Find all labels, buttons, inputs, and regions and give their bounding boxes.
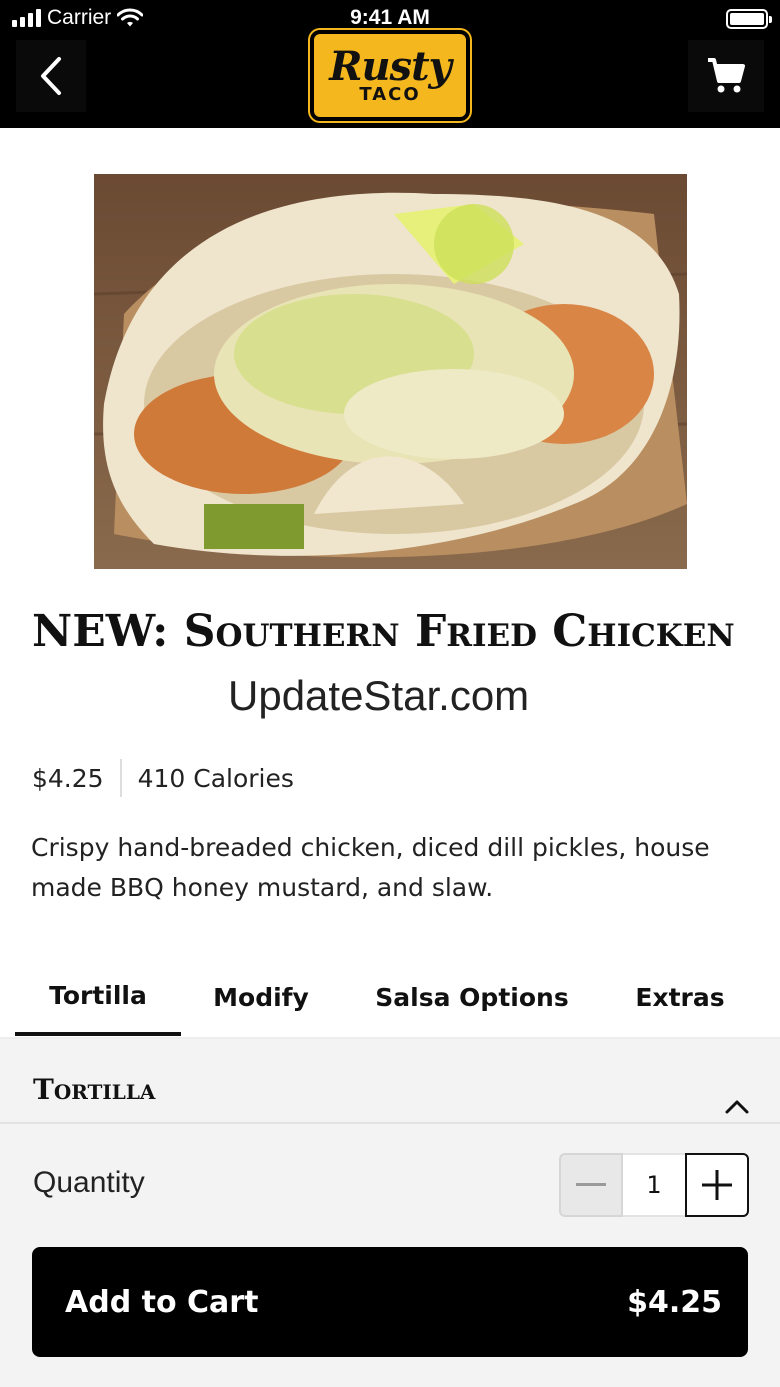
quantity-value[interactable]: 1	[623, 1153, 685, 1217]
quantity-stepper: 1	[559, 1153, 749, 1217]
option-tabs: Tortilla Modify Salsa Options Extras	[15, 958, 780, 1038]
add-to-cart-label: Add to Cart	[65, 1284, 259, 1320]
battery-icon	[726, 9, 772, 29]
logo-text-rusty: Rusty	[329, 42, 452, 90]
increase-button[interactable]	[685, 1153, 749, 1217]
cart-button[interactable]	[688, 40, 764, 112]
tortilla-section[interactable]: Tortilla	[0, 1039, 780, 1123]
decrease-button[interactable]	[559, 1153, 623, 1217]
minus-icon	[576, 1183, 606, 1186]
product-price: $4.25	[32, 763, 104, 793]
tab-extras[interactable]: Extras	[603, 958, 757, 1036]
tab-salsa-options[interactable]: Salsa Options	[341, 958, 603, 1036]
plus-icon	[702, 1170, 732, 1200]
watermark-text: UpdateStar.com	[228, 672, 530, 719]
tab-modify[interactable]: Modify	[181, 958, 341, 1036]
app-header: Carrier 9:41 AM Rusty TACO	[0, 0, 780, 128]
product-meta: $4.25 410 Calories	[32, 758, 294, 798]
product-image	[94, 174, 687, 569]
section-heading: Tortilla	[33, 1073, 156, 1106]
add-to-cart-price: $4.25	[627, 1284, 722, 1320]
cart-icon	[708, 58, 745, 93]
chevron-up-icon[interactable]	[724, 1099, 750, 1115]
add-to-cart-button[interactable]: Add to Cart $4.25	[32, 1247, 748, 1357]
chevron-left-icon	[41, 57, 61, 95]
product-title: NEW: Southern Fried Chicken	[32, 606, 735, 657]
product-description: Crispy hand-breaded chicken, diced dill …	[31, 833, 710, 902]
clock: 9:41 AM	[350, 6, 430, 29]
brand-logo: Rusty TACO	[310, 30, 470, 121]
product-calories: 410 Calories	[137, 763, 294, 793]
quantity-label: Quantity	[33, 1166, 145, 1199]
back-button[interactable]	[16, 40, 86, 112]
meta-divider	[119, 759, 122, 797]
tab-tortilla[interactable]: Tortilla	[15, 958, 181, 1036]
logo-text-taco: TACO	[359, 83, 421, 105]
